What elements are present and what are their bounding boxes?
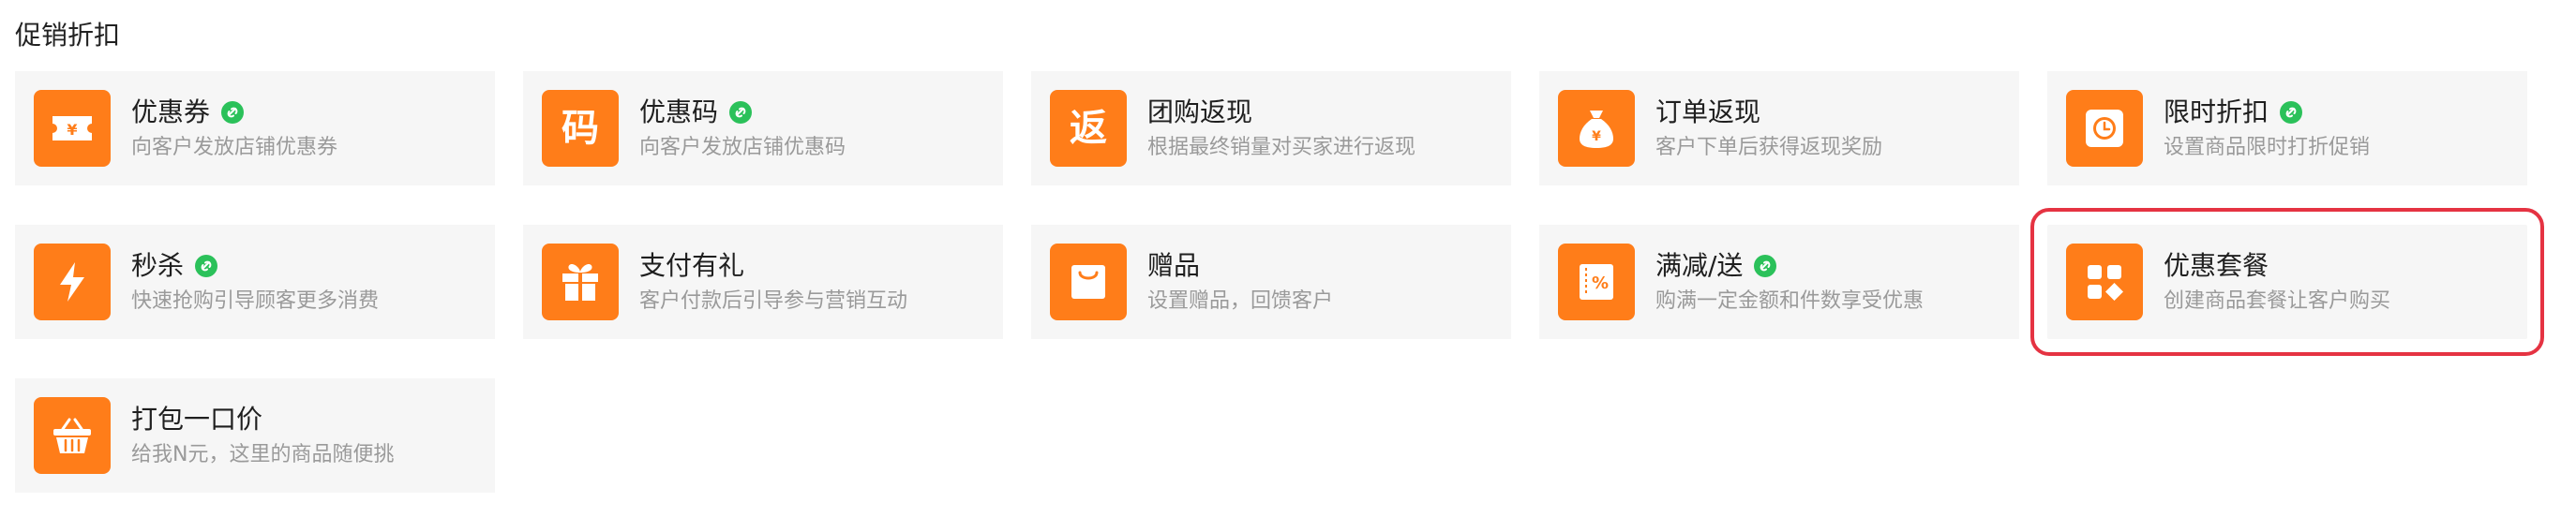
card-text: 赠品 设置赠品，回馈客户 [1147, 249, 1333, 315]
card-description: 创建商品套餐让客户购买 [2164, 289, 2391, 313]
code-icon: 码 [542, 90, 619, 167]
card-title: 优惠券 [131, 96, 211, 127]
card-title-line: 秒杀 [131, 249, 379, 283]
card-limited-discount[interactable]: 限时折扣 设置商品限时打折促销 [2047, 71, 2527, 185]
card-description: 向客户发放店铺优惠券 [131, 136, 338, 159]
card-title-line: 打包一口价 [131, 403, 394, 436]
shopping-bag-icon [1050, 244, 1127, 320]
card-title-line: 团购返现 [1147, 96, 1415, 129]
card-text: 支付有礼 客户付款后引导参与营销互动 [639, 249, 907, 315]
return-glyph: 返 [1070, 107, 1107, 150]
svg-text:¥: ¥ [67, 121, 77, 139]
card-title: 赠品 [1147, 250, 1201, 281]
card-description: 给我N元，这里的商品随便挑 [131, 443, 395, 466]
card-title: 打包一口价 [131, 404, 263, 435]
card-title-line: 赠品 [1147, 249, 1333, 283]
basket-icon [34, 397, 111, 474]
card-flash-sale[interactable]: 秒杀 快速抢购引导顾客更多消费 [15, 225, 495, 339]
card-text: 限时折扣 设置商品限时打折促销 [2164, 96, 2370, 161]
card-description: 向客户发放店铺优惠码 [639, 136, 846, 159]
card-promo-code[interactable]: 码 优惠码 向客户发放店铺优惠码 [523, 71, 1003, 185]
card-bundle-price[interactable]: 打包一口价 给我N元，这里的商品随便挑 [15, 378, 495, 493]
promotion-row: ¥ 优惠券 向客户发放店铺优惠券 码 优惠码 向客户发放店铺优惠码 返 团购返现… [15, 71, 2561, 185]
promotion-row: 打包一口价 给我N元，这里的商品随便挑 [15, 378, 2561, 493]
package-icon [2066, 244, 2143, 320]
card-text: 订单返现 客户下单后获得返现奖励 [1655, 96, 1882, 161]
lightning-icon [34, 244, 111, 320]
card-title-line: 优惠码 [639, 96, 846, 129]
card-title-line: 订单返现 [1655, 96, 1882, 129]
card-text: 打包一口价 给我N元，这里的商品随便挑 [131, 403, 394, 468]
card-package-deal[interactable]: 优惠套餐 创建商品套餐让客户购买 [2030, 208, 2544, 356]
money-bag-icon: ¥ [1558, 90, 1635, 167]
return-icon: 返 [1050, 90, 1127, 167]
card-description: 根据最终销量对买家进行返现 [1147, 136, 1416, 159]
card-text: 团购返现 根据最终销量对买家进行返现 [1147, 96, 1415, 161]
card-payment-gift[interactable]: 支付有礼 客户付款后引导参与营销互动 [523, 225, 1003, 339]
card-description: 设置赠品，回馈客户 [1147, 289, 1334, 313]
card-title-line: 满减/送 [1655, 249, 1924, 283]
link-badge-icon [195, 255, 218, 277]
card-title-line: 优惠套餐 [2164, 249, 2390, 283]
card-text: 满减/送 购满一定金额和件数享受优惠 [1655, 249, 1924, 315]
svg-text:¥: ¥ [1592, 129, 1601, 144]
card-description: 客户下单后获得返现奖励 [1655, 136, 1883, 159]
card-coupon[interactable]: ¥ 优惠券 向客户发放店铺优惠券 [15, 71, 495, 185]
link-badge-icon [2280, 101, 2303, 124]
clock-icon [2066, 90, 2143, 167]
link-badge-icon [1754, 255, 1777, 277]
card-title: 满减/送 [1655, 250, 1744, 281]
card-description: 快速抢购引导顾客更多消费 [131, 289, 380, 313]
card-description: 设置商品限时打折促销 [2164, 136, 2371, 159]
card-text: 优惠套餐 创建商品套餐让客户购买 [2164, 249, 2390, 315]
section-title: 促销折扣 [15, 20, 121, 51]
card-text: 优惠券 向客户发放店铺优惠券 [131, 96, 337, 161]
card-title: 优惠码 [639, 96, 719, 127]
card-title-line: 限时折扣 [2164, 96, 2370, 129]
card-title: 支付有礼 [639, 250, 745, 281]
gift-icon [542, 244, 619, 320]
card-order-cashback[interactable]: ¥ 订单返现 客户下单后获得返现奖励 [1539, 71, 2019, 185]
card-description: 客户付款后引导参与营销互动 [639, 289, 908, 313]
card-title: 优惠套餐 [2164, 250, 2269, 281]
svg-text:%: % [1592, 273, 1609, 293]
card-title: 限时折扣 [2164, 96, 2269, 127]
card-title-line: 支付有礼 [639, 249, 907, 283]
card-description: 购满一定金额和件数享受优惠 [1655, 289, 1925, 313]
card-title: 团购返现 [1147, 96, 1253, 127]
card-title: 订单返现 [1655, 96, 1761, 127]
promotion-row: 秒杀 快速抢购引导顾客更多消费 支付有礼 客户付款后引导参与营销互动 赠品 设置… [15, 208, 2561, 356]
card-text: 优惠码 向客户发放店铺优惠码 [639, 96, 846, 161]
promotion-grid: ¥ 优惠券 向客户发放店铺优惠券 码 优惠码 向客户发放店铺优惠码 返 团购返现… [15, 71, 2561, 532]
card-title: 秒杀 [131, 250, 185, 281]
card-group-cashback[interactable]: 返 团购返现 根据最终销量对买家进行返现 [1031, 71, 1511, 185]
card-full-reduction[interactable]: % 满减/送 购满一定金额和件数享受优惠 [1539, 225, 2019, 339]
coupon-icon: ¥ [34, 90, 111, 167]
percent-ticket-icon: % [1558, 244, 1635, 320]
code-glyph: 码 [562, 107, 599, 150]
link-badge-icon [729, 101, 753, 124]
card-gift[interactable]: 赠品 设置赠品，回馈客户 [1031, 225, 1511, 339]
link-badge-icon [221, 101, 245, 124]
promotion-page: 促销折扣 ¥ 优惠券 向客户发放店铺优惠券 码 优惠码 向客户发放店铺优惠码 返… [0, 0, 2576, 513]
card-text: 秒杀 快速抢购引导顾客更多消费 [131, 249, 379, 315]
card-title-line: 优惠券 [131, 96, 337, 129]
